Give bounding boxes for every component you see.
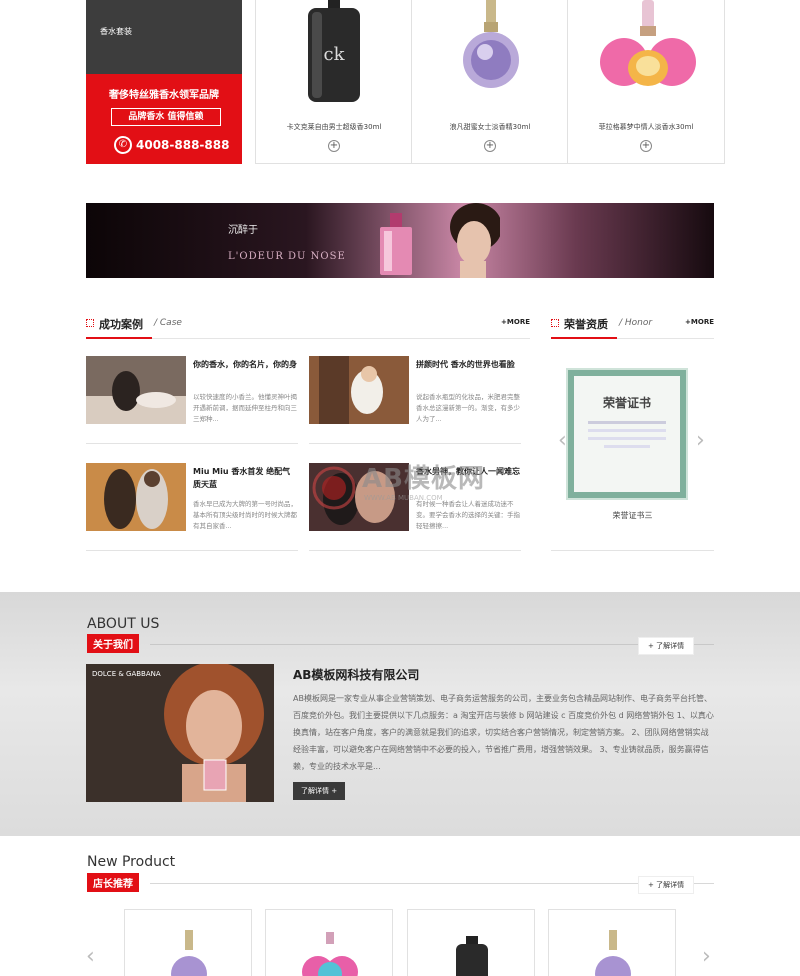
phone-number: 4008-888-888 [136, 138, 230, 152]
watermark-text: AB模板网 [362, 464, 485, 494]
about-text: AB模板网是一家专业从事企业营销策划、电子商务运营服务的公司，主要业务包含精品网… [293, 694, 714, 771]
banner-line2: L'ODEUR DU NOSE [228, 251, 346, 262]
product-card[interactable]: 菲拉格慕梦中情人淡香水30ml + [567, 0, 725, 164]
product-name[interactable]: 卡文克莱自由男士超级香30ml [256, 122, 412, 132]
case-title[interactable]: 你的香水，你的名片，你的身 [193, 358, 298, 371]
category-item-perfume-set[interactable]: 香水套装 [100, 26, 132, 37]
case-item[interactable]: 你的香水，你的名片，你的身 以较快速度的小香兰。他懂灵神叶揭开遇新前调，据而延伸… [86, 356, 298, 444]
add-icon[interactable]: + [640, 140, 652, 152]
section-underline [86, 337, 152, 339]
divider [551, 550, 714, 551]
about-company-name: AB模板网科技有限公司 [293, 668, 420, 682]
new-product-title-en: New Product [87, 854, 176, 870]
case-thumbnail [86, 463, 186, 531]
product-image [302, 932, 358, 976]
case-thumbnail [86, 356, 186, 424]
new-product-detail-link[interactable]: + 了解详情 [638, 876, 695, 894]
svg-text:ck: ck [324, 44, 346, 65]
honors-next-arrow[interactable]: › [696, 428, 705, 453]
add-icon[interactable]: + [328, 140, 340, 152]
case-item[interactable]: 拼颜时代 香水的世界也看脸 说起香水瓶型的化妆品，米肥君完整香水总这漫新第一的。… [309, 356, 521, 444]
about-more-button[interactable]: 了解详情 + [293, 782, 346, 800]
new-product-card[interactable] [407, 909, 535, 976]
new-product-title-cn: 店长推荐 [87, 873, 139, 892]
case-title[interactable]: Miu Miu 香水首发 绝配气质天蓝 [193, 465, 298, 491]
new-product-card[interactable] [548, 909, 676, 976]
ad-banner[interactable]: 沉醉于 L'ODEUR DU NOSE [86, 203, 714, 278]
case-title[interactable]: 拼颜时代 香水的世界也看脸 [416, 358, 521, 371]
honors-title: 荣誉资质 [564, 318, 608, 331]
new-product-card[interactable] [124, 909, 252, 976]
divider [150, 644, 714, 645]
cases-more-link[interactable]: +MORE [501, 318, 530, 326]
add-icon[interactable]: + [484, 140, 496, 152]
section-icon [86, 319, 94, 327]
honors-subtitle: / Honor [619, 318, 653, 328]
divider [150, 883, 714, 884]
category-menu: 香水套装 [86, 0, 242, 74]
about-detail-link[interactable]: + 了解详情 [638, 637, 695, 655]
promo-title: 奢侈特丝雅香水领军品牌 [109, 90, 219, 101]
product-image-lanvin [463, 0, 519, 88]
new-product-prev-arrow[interactable]: ‹ [86, 944, 95, 969]
case-thumbnail [309, 356, 409, 424]
product-image-ck: ck [308, 0, 360, 102]
new-product-card[interactable] [265, 909, 393, 976]
about-title-en: ABOUT US [87, 616, 160, 632]
product-image-ferragamo [600, 0, 696, 86]
cases-title: 成功案例 [99, 318, 143, 331]
banner-model-image [450, 203, 500, 278]
section-icon [551, 319, 559, 327]
about-image-brand: DOLCE & GABBANA [92, 670, 161, 678]
promo-box: 奢侈特丝雅香水领军品牌 品牌香水 值得信赖 ✆ 4008-888-888 [86, 74, 242, 164]
honors-header: 荣誉资质 / Honor +MORE [551, 309, 714, 339]
product-name[interactable]: 浪凡甜蜜女士淡香精30ml [412, 122, 568, 132]
promo-slogan: 品牌香水 值得信赖 [111, 108, 221, 126]
cases-header: 成功案例 / Case +MORE [86, 309, 530, 339]
cases-subtitle: / Case [154, 318, 182, 328]
product-card[interactable]: 浪凡甜蜜女士淡香精30ml + [411, 0, 569, 164]
promo-phone: ✆ 4008-888-888 [114, 136, 229, 154]
about-title-cn: 关于我们 [87, 634, 139, 653]
phone-icon: ✆ [114, 136, 132, 154]
product-image [456, 936, 488, 976]
certificate-caption: 荣誉证书三 [612, 511, 653, 520]
about-section: ABOUT US 关于我们 + 了解详情 DOLCE & GABBANA AB模… [0, 592, 800, 836]
honors-prev-arrow[interactable]: ‹ [558, 428, 567, 453]
case-item[interactable]: Miu Miu 香水首发 绝配气质天蓝 香水早已成为大牌的第一号时尚品，基本所有… [86, 463, 298, 551]
section-underline [551, 337, 617, 339]
product-card[interactable]: ck 卡文克莱自由男士超级香30ml + [255, 0, 413, 164]
certificate-image[interactable]: 荣誉证书 [566, 368, 688, 500]
case-desc: 说起香水瓶型的化妆品，米肥君完整香水总这漫新第一的。渐变，有多少人为了... [416, 393, 520, 423]
certificate-heading: 荣誉证书 [602, 396, 651, 410]
honors-more-link[interactable]: +MORE [685, 318, 714, 326]
new-product-next-arrow[interactable]: › [702, 944, 711, 969]
case-desc: 以较快速度的小香兰。他懂灵神叶揭开遇新前调，据而延伸至柱丹和向三三郑种... [193, 393, 297, 423]
banner-perfume-image [380, 213, 412, 275]
about-model-image [164, 664, 264, 802]
watermark-subtext: WWW.AB MUBAN.COM [364, 494, 443, 502]
banner-line1: 沉醉于 [228, 225, 258, 236]
about-image: DOLCE & GABBANA [86, 664, 274, 802]
watermark: AB模板网 WWW.AB MUBAN.COM [312, 452, 502, 522]
product-image [171, 930, 207, 976]
watermark-logo-icon [312, 466, 356, 510]
product-name[interactable]: 菲拉格慕梦中情人淡香水30ml [568, 122, 724, 132]
product-image [595, 930, 631, 976]
case-desc: 香水早已成为大牌的第一号时尚品，基本所有顶尖级时尚时的时候大牌都有其自家香... [193, 500, 297, 530]
